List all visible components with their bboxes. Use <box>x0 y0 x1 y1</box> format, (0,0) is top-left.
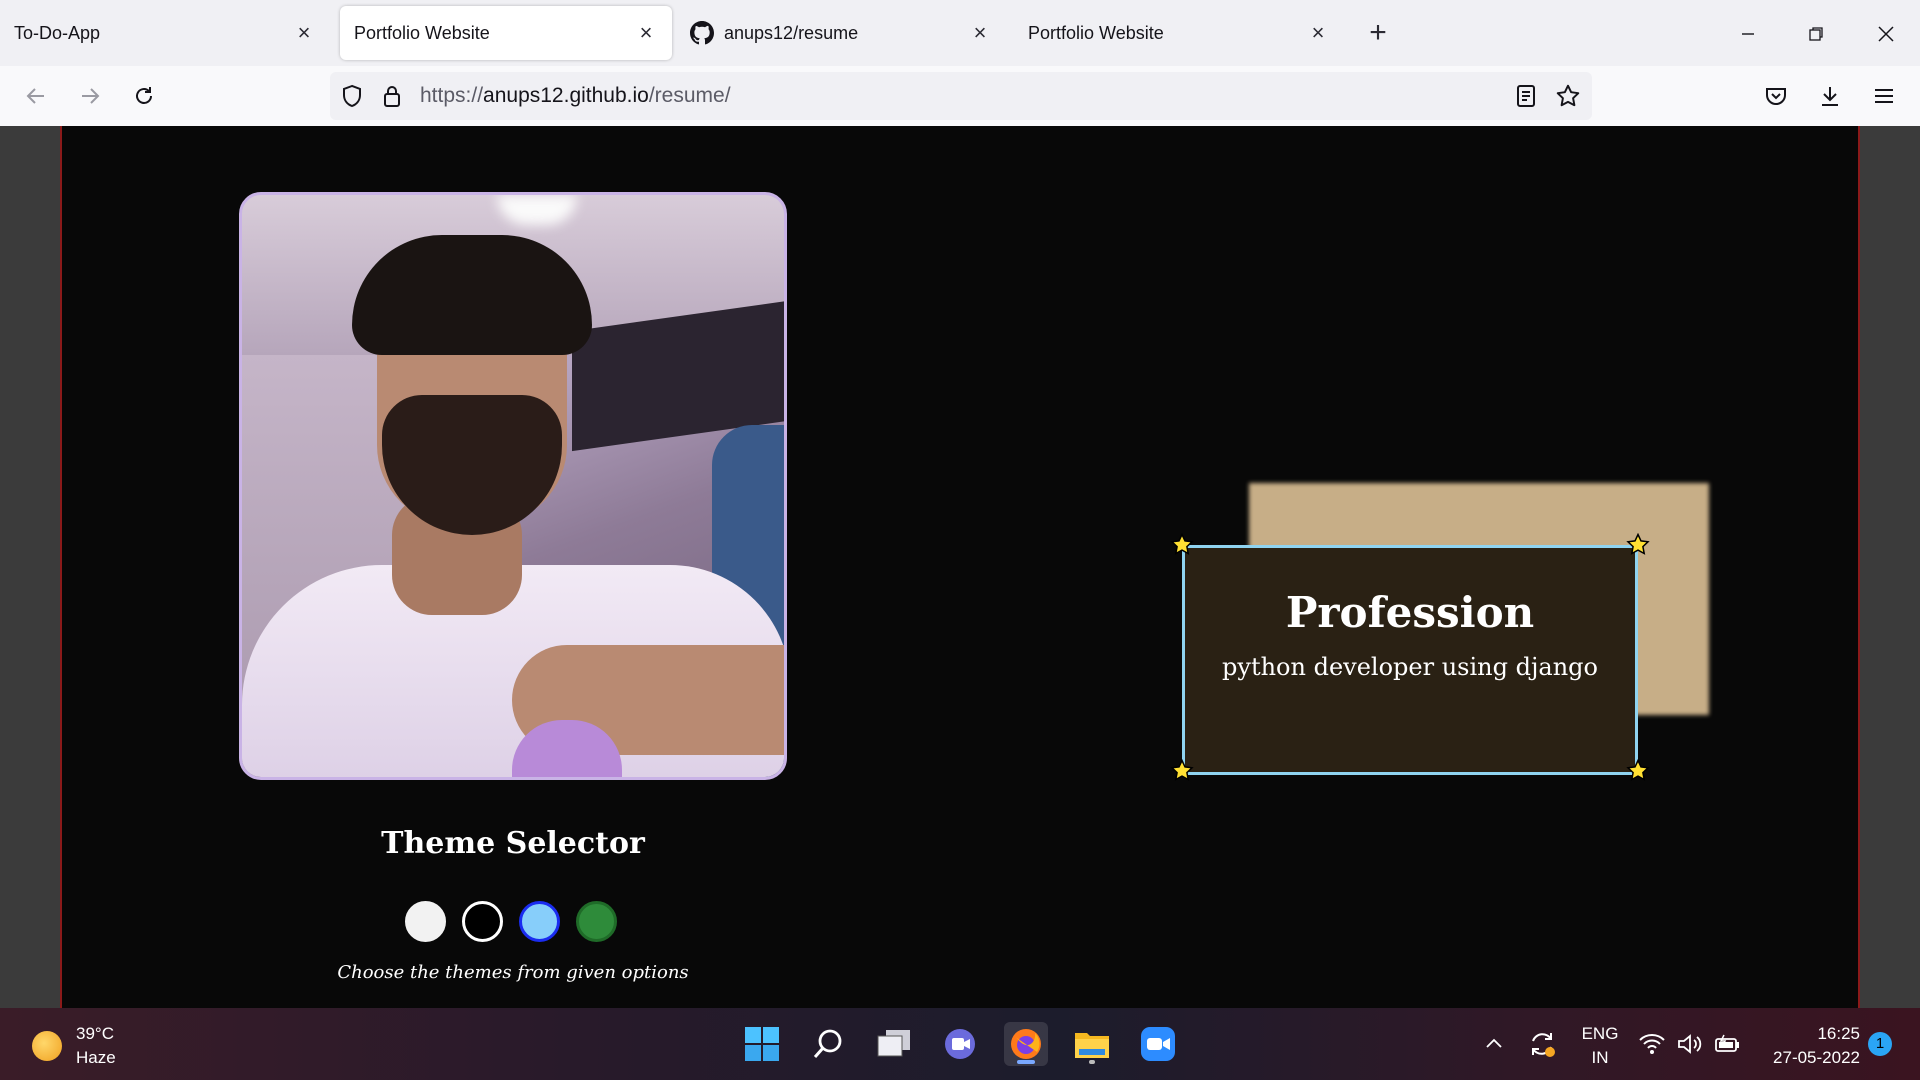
github-icon <box>690 21 714 45</box>
region-code: IN <box>1591 1048 1609 1067</box>
tab-github-resume[interactable]: anups12/resume × <box>676 6 1006 60</box>
theme-selector-hint: Choose the themes from given options <box>337 962 689 983</box>
url-text[interactable]: https://anups12.github.io/resume/ <box>420 84 731 108</box>
running-indicator <box>1089 1060 1095 1064</box>
url-host: anups12.github.io <box>483 84 649 107</box>
chevron-up-icon[interactable] <box>1472 1022 1516 1066</box>
url-scheme: https:// <box>420 84 484 107</box>
star-icon <box>1626 533 1650 555</box>
menu-icon[interactable] <box>1868 80 1900 112</box>
download-icon[interactable] <box>1814 80 1846 112</box>
language-code: ENG <box>1581 1024 1619 1043</box>
tab-todo-app[interactable]: To-Do-App × <box>0 6 330 60</box>
tab-title: Portfolio Website <box>354 22 490 43</box>
theme-option-green[interactable] <box>576 901 617 942</box>
task-view-icon[interactable] <box>872 1022 916 1066</box>
firefox-icon[interactable] <box>1004 1022 1048 1066</box>
zoom-icon[interactable] <box>1136 1022 1180 1066</box>
shield-icon[interactable] <box>338 82 366 110</box>
notification-badge[interactable]: 1 <box>1868 1032 1892 1056</box>
clock-date: 27-05-2022 <box>1773 1048 1860 1067</box>
star-icon <box>1170 759 1194 781</box>
clock[interactable]: 16:25 27-05-2022 <box>1756 1022 1860 1070</box>
weather-temperature: 39°C <box>76 1024 114 1043</box>
close-icon[interactable]: × <box>292 20 316 45</box>
volume-icon[interactable] <box>1672 1022 1708 1066</box>
language-indicator[interactable]: ENG IN <box>1576 1022 1624 1070</box>
back-arrow-icon[interactable] <box>20 80 52 112</box>
weather-sun-icon <box>32 1031 62 1061</box>
theme-option-blue[interactable] <box>519 901 560 942</box>
url-bar[interactable]: https://anups12.github.io/resume/ <box>330 72 1592 120</box>
file-explorer-icon[interactable] <box>1070 1022 1114 1066</box>
star-icon <box>1170 533 1194 555</box>
theme-option-black[interactable] <box>462 901 503 942</box>
battery-icon[interactable] <box>1710 1022 1746 1066</box>
close-icon[interactable]: × <box>634 20 658 45</box>
close-window-icon[interactable] <box>1868 16 1904 52</box>
tab-title: anups12/resume <box>724 22 859 43</box>
theme-option-white[interactable] <box>405 901 446 942</box>
photo-hair <box>352 235 592 355</box>
tab-portfolio-website[interactable]: Portfolio Website × <box>1014 6 1344 60</box>
active-indicator <box>1017 1060 1035 1064</box>
page-viewport: Theme Selector Choose the themes from gi… <box>0 126 1920 1008</box>
url-path: /resume/ <box>648 84 731 107</box>
profile-photo <box>239 192 787 780</box>
profession-title: Profession <box>1285 588 1535 637</box>
wifi-icon[interactable] <box>1634 1022 1670 1066</box>
forward-arrow-icon[interactable] <box>74 80 106 112</box>
lock-icon[interactable] <box>378 82 406 110</box>
page-content: Theme Selector Choose the themes from gi… <box>60 126 1860 1008</box>
pocket-icon[interactable] <box>1760 80 1792 112</box>
tab-title: Portfolio Website <box>1028 22 1164 43</box>
profession-card: Profession python developer using django <box>1182 545 1638 775</box>
star-icon <box>1626 759 1650 781</box>
clock-time: 16:25 <box>1817 1024 1860 1043</box>
windows-start-icon[interactable] <box>740 1022 784 1066</box>
search-icon[interactable] <box>806 1022 850 1066</box>
teams-chat-icon[interactable] <box>938 1022 982 1066</box>
bookmark-star-icon[interactable] <box>1554 82 1582 110</box>
weather-condition: Haze <box>76 1048 116 1067</box>
tab-portfolio-website-active[interactable]: Portfolio Website × <box>340 6 672 60</box>
minimize-icon[interactable] <box>1730 16 1766 52</box>
new-tab-button[interactable]: + <box>1364 18 1392 48</box>
reader-view-icon[interactable] <box>1512 82 1540 110</box>
tab-strip: To-Do-App × Portfolio Website × anups12/… <box>0 0 1920 66</box>
close-icon[interactable]: × <box>968 20 992 45</box>
sync-icon[interactable] <box>1520 1022 1564 1066</box>
close-icon[interactable]: × <box>1306 20 1330 45</box>
theme-options <box>405 901 617 945</box>
reload-icon[interactable] <box>128 80 160 112</box>
navigation-bar: https://anups12.github.io/resume/ <box>0 66 1920 126</box>
restore-icon[interactable] <box>1798 16 1834 52</box>
weather-widget[interactable]: 39°C Haze <box>32 1022 116 1070</box>
taskbar: 39°C Haze ENG IN 16:25 27-05-2022 1 <box>0 1008 1920 1080</box>
theme-selector-title: Theme Selector <box>381 826 645 861</box>
tab-title: To-Do-App <box>14 22 101 43</box>
profession-subtitle: python developer using django <box>1222 653 1598 681</box>
